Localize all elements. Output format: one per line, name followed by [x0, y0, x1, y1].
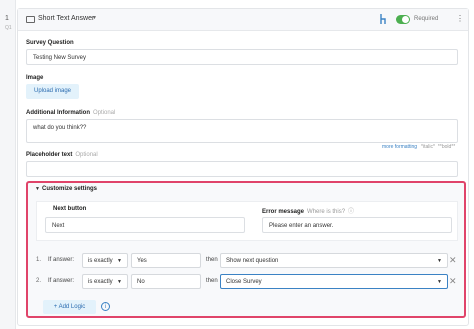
placeholder-optional: Optional — [75, 152, 98, 158]
caret-down-icon: ▼ — [437, 258, 442, 264]
chevron-down-icon[interactable]: ▼ — [92, 15, 97, 21]
additional-info-optional: Optional — [93, 110, 116, 116]
question-type-label[interactable]: Short Text Answer — [38, 15, 94, 22]
action-select[interactable]: Show next question ▼ — [220, 253, 448, 268]
caret-down-icon[interactable]: ▼ — [35, 186, 40, 192]
bold-hint: **bold** — [437, 144, 456, 150]
remove-logic-icon[interactable]: ✕ — [449, 276, 457, 287]
answer-value-input[interactable]: No — [131, 274, 201, 289]
upload-image-button[interactable]: Upload image — [26, 84, 79, 99]
question-number: 1 — [5, 15, 9, 22]
operator-value: is exactly — [88, 279, 113, 285]
survey-question-input[interactable]: Testing New Survey — [26, 49, 458, 65]
error-message-input[interactable]: Please enter an answer. — [262, 217, 452, 233]
remove-logic-icon[interactable]: ✕ — [449, 255, 457, 266]
placeholder-label: Placeholder text Optional — [26, 152, 98, 158]
operator-select[interactable]: is exactly ▼ — [82, 253, 128, 268]
placeholder-label-text: Placeholder text — [26, 152, 73, 158]
operator-select[interactable]: is exactly ▼ — [82, 274, 128, 289]
italic-hint: *italic* — [421, 144, 435, 150]
question-card: Short Text Answer ▼ Required ⋮ Survey Qu… — [17, 8, 469, 326]
caret-down-icon: ▼ — [117, 279, 122, 285]
survey-question-label: Survey Question — [26, 40, 74, 46]
caret-down-icon: ▼ — [117, 258, 122, 264]
then-label: then — [206, 257, 218, 263]
logic-index: 1. — [36, 257, 42, 263]
image-label: Image — [26, 75, 44, 81]
additional-info-label-text: Additional Information — [26, 110, 90, 116]
then-label: then — [206, 278, 218, 284]
error-message-label: Error message Where is this? ⓘ — [262, 206, 354, 215]
if-answer-label: If answer: — [48, 278, 75, 284]
logic-branch-icon[interactable] — [378, 13, 388, 25]
more-options-icon[interactable]: ⋮ — [456, 14, 464, 23]
question-sub-label: Q1 — [5, 25, 12, 31]
error-message-hint[interactable]: Where is this? — [307, 209, 345, 215]
customize-settings-header[interactable]: ▼ Customize settings — [28, 183, 464, 197]
required-toggle[interactable] — [396, 15, 410, 24]
action-value: Close Survey — [226, 279, 262, 285]
action-select[interactable]: Close Survey ▼ — [220, 274, 448, 289]
text-field-icon — [26, 16, 35, 23]
logic-row: 1. If answer: is exactly ▼ Yes then Show … — [36, 253, 448, 268]
customize-settings-panel: ▼ Customize settings Next button Next Er… — [26, 181, 466, 318]
additional-info-label: Additional Information Optional — [26, 110, 115, 116]
more-formatting-link[interactable]: more formatting — [382, 144, 417, 150]
logic-index: 2. — [36, 278, 42, 284]
next-button-label: Next button — [53, 206, 87, 212]
question-gutter: 1 Q1 — [0, 0, 16, 329]
customize-settings-title: Customize settings — [42, 186, 98, 192]
operator-value: is exactly — [88, 258, 113, 264]
if-answer-label: If answer: — [48, 257, 75, 263]
logic-row: 2. If answer: is exactly ▼ No then Close … — [36, 274, 448, 289]
next-button-input[interactable]: Next — [45, 217, 245, 233]
button-error-settings: Next button Next Error message Where is t… — [36, 201, 458, 241]
caret-down-icon: ▼ — [437, 279, 442, 285]
required-label: Required — [414, 16, 439, 22]
answer-value-input[interactable]: Yes — [131, 253, 201, 268]
info-icon: ⓘ — [348, 209, 355, 215]
info-icon[interactable]: i — [101, 302, 110, 311]
action-value: Show next question — [226, 258, 279, 264]
question-header: Short Text Answer ▼ Required ⋮ — [18, 9, 468, 31]
formatting-hints: more formatting *italic* **bold** — [382, 144, 458, 150]
add-logic-button[interactable]: + Add Logic — [43, 300, 96, 314]
placeholder-input[interactable] — [26, 161, 458, 177]
additional-info-textarea[interactable]: what do you think?? — [26, 119, 458, 143]
error-message-label-text: Error message — [262, 209, 305, 215]
